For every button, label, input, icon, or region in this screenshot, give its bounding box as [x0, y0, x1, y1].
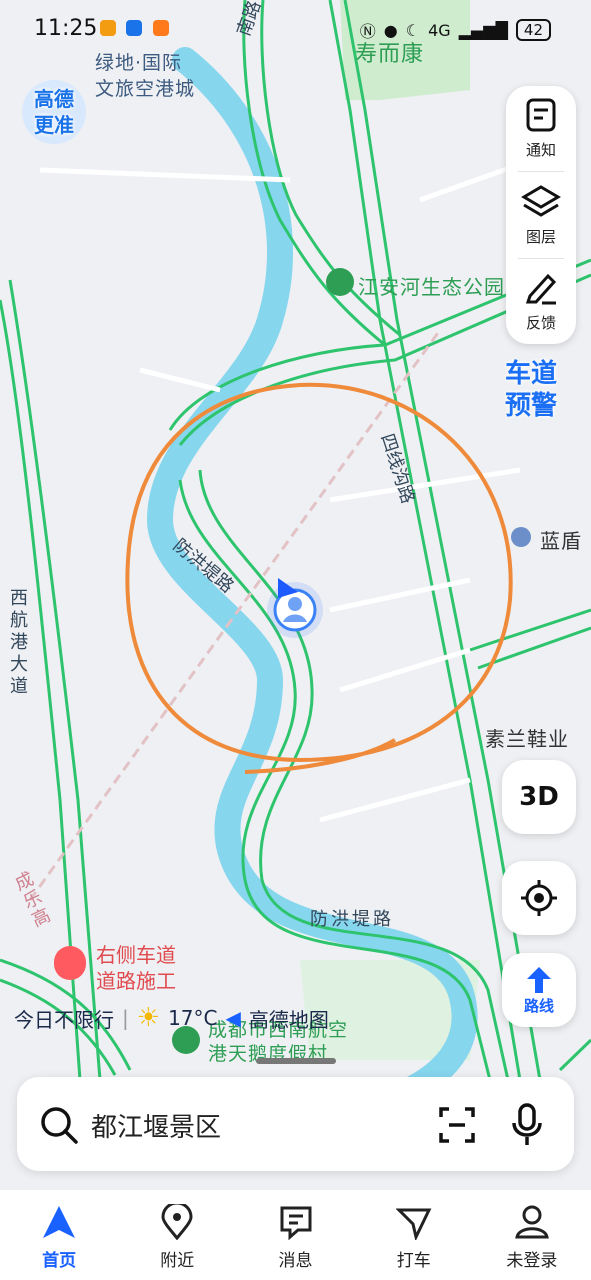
status-time: 11:25	[34, 16, 98, 41]
road-label-xihang: 西航港大道	[10, 588, 28, 697]
layers-button[interactable]: 图层	[506, 172, 576, 257]
feedback-icon	[525, 273, 557, 305]
moon-icon: ☾	[405, 20, 421, 40]
notification-icons	[100, 20, 169, 40]
user-icon	[515, 1205, 549, 1239]
locate-button[interactable]	[502, 861, 576, 935]
status-icons: Ⓝ ● ☾ 4G ▂▄▆█ 42	[360, 18, 551, 42]
microphone-icon[interactable]	[511, 1103, 543, 1147]
app-icon	[100, 20, 116, 36]
layers-label: 图层	[525, 227, 556, 246]
map-tools-panel: 通知 图层 反馈	[506, 86, 576, 344]
scan-icon[interactable]	[437, 1105, 477, 1145]
notice-icon	[526, 98, 556, 132]
3d-label: 3D	[519, 782, 559, 812]
bottom-nav: 首页 附近 消息 打车 未登录	[0, 1190, 591, 1280]
route-label: 路线	[523, 996, 554, 1015]
traffic-alert[interactable]: 右侧车道 道路施工	[54, 942, 176, 994]
search-bar[interactable]: 都江堰景区	[17, 1077, 574, 1171]
route-button[interactable]: 路线	[502, 953, 576, 1027]
location-icon: ●	[383, 20, 398, 40]
message-icon	[280, 1206, 311, 1240]
search-input[interactable]: 都江堰景区	[91, 1107, 221, 1144]
nav-profile-label: 未登录	[506, 1251, 558, 1271]
notice-label: 通知	[525, 141, 556, 160]
taxi-icon	[395, 1208, 432, 1240]
search-icon	[41, 1107, 78, 1144]
nav-messages-label: 消息	[278, 1251, 313, 1271]
drag-handle[interactable]	[256, 1058, 336, 1064]
nav-taxi[interactable]: 打车	[355, 1190, 473, 1280]
battery-icon: 42	[515, 19, 551, 41]
poi-sulan-shoes[interactable]: 素兰鞋业	[485, 723, 569, 752]
status-bar: 11:25 Ⓝ ● ☾ 4G ▂▄▆█ 42	[0, 0, 591, 58]
brand-text: 高德地图	[248, 1007, 329, 1032]
home-arrow-icon	[43, 1206, 76, 1238]
signal-bars-icon: ▂▄▆█	[458, 20, 508, 40]
restriction-text: 今日不限行	[14, 1007, 114, 1032]
nav-taxi-label: 打车	[396, 1251, 431, 1271]
divider: |	[122, 1006, 129, 1030]
location-pin-icon	[161, 1204, 193, 1240]
temperature: 17°C	[168, 1006, 218, 1030]
lane-warning-badge[interactable]: 车道 预警	[505, 358, 557, 422]
nav-messages[interactable]: 消息	[236, 1190, 354, 1280]
gaode-accuracy-badge[interactable]: 高德 更准	[22, 80, 86, 144]
nav-profile[interactable]: 未登录	[473, 1190, 591, 1280]
nav-nearby-label: 附近	[160, 1251, 195, 1271]
gaode-logo-icon: ◀	[225, 1006, 241, 1030]
notice-button[interactable]: 通知	[506, 86, 576, 171]
feedback-label: 反馈	[525, 313, 556, 332]
feedback-button[interactable]: 反馈	[506, 259, 576, 344]
nfc-icon: Ⓝ	[359, 22, 376, 41]
crosshair-icon	[521, 880, 557, 916]
app-icon	[152, 20, 169, 36]
sun-icon: ☀	[136, 1003, 161, 1033]
app-icon	[126, 20, 143, 36]
poi-jiangan-park[interactable]: 江安河生态公园	[358, 271, 505, 300]
poi-landun[interactable]: 蓝盾	[540, 525, 582, 554]
alert-line1: 右侧车道	[96, 943, 176, 967]
nav-nearby[interactable]: 附近	[118, 1190, 236, 1280]
alert-icon	[54, 948, 86, 980]
nav-home-label: 首页	[42, 1251, 77, 1271]
signal-icon: 4G	[428, 20, 451, 40]
alert-line2: 道路施工	[96, 969, 176, 993]
weather-row[interactable]: 今日不限行 | ☀ 17°C ◀ 高德地图	[14, 1003, 329, 1033]
road-label-fanghong-bottom: 防洪堤路	[310, 909, 394, 930]
layers-icon	[521, 184, 561, 217]
nav-home[interactable]: 首页	[0, 1190, 118, 1280]
3d-button[interactable]: 3D	[502, 760, 576, 834]
route-arrow-icon	[527, 966, 551, 993]
